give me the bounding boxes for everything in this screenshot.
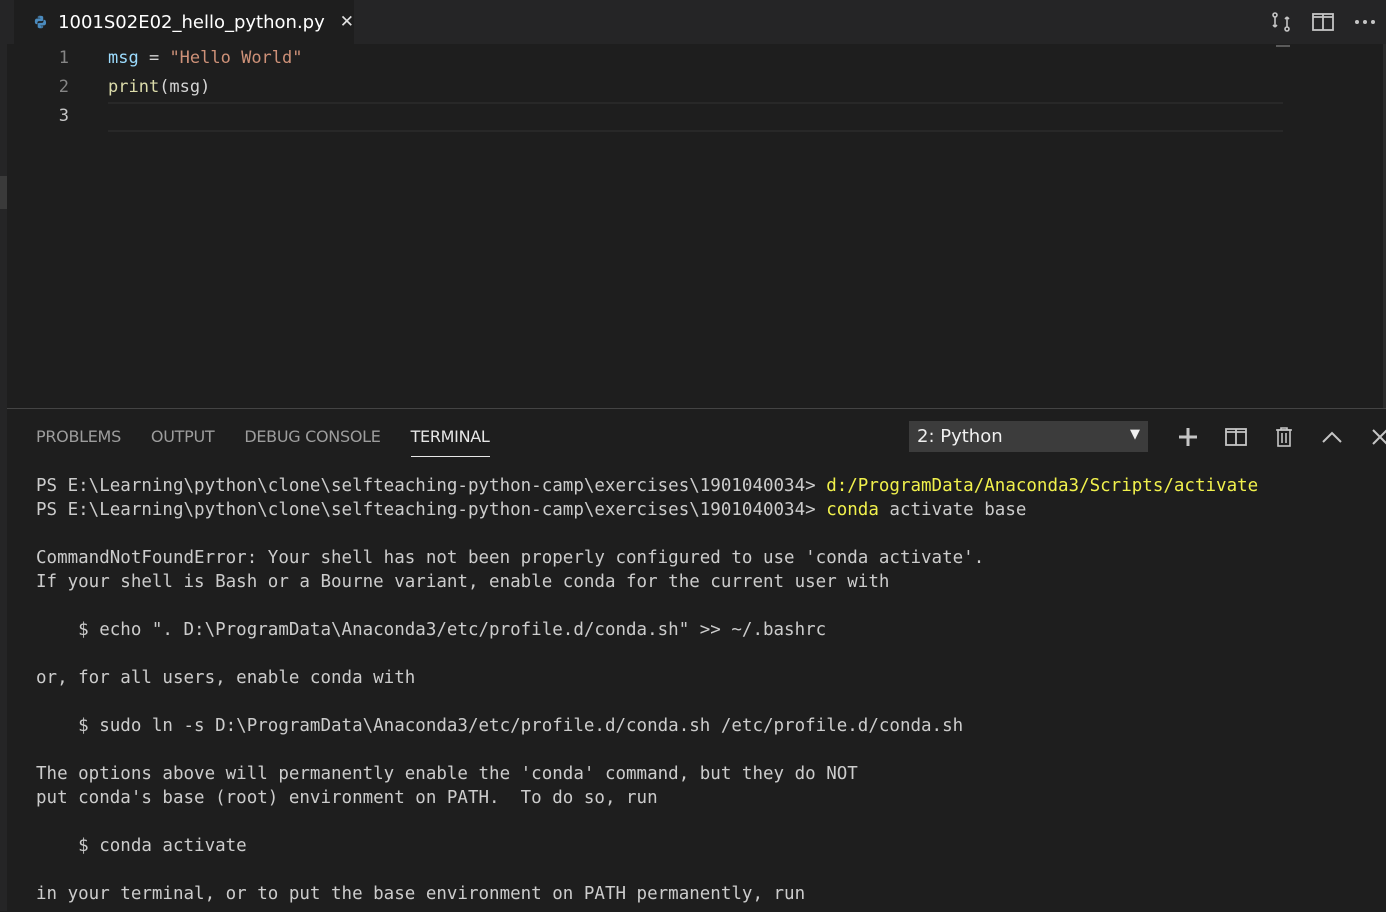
tab-filename: 1001S02E02_hello_python.py [58, 11, 325, 33]
terminal-line: The options above will permanently enabl… [36, 764, 858, 784]
close-panel-icon[interactable] [1356, 421, 1386, 452]
tab-problems[interactable]: PROBLEMS [36, 409, 121, 457]
tab-terminal[interactable]: TERMINAL [410, 409, 490, 457]
code-function: print [108, 77, 160, 97]
activity-edge-marker [0, 176, 7, 209]
terminal-prompt: PS E:\Learning\python\clone\selfteaching… [36, 500, 827, 520]
terminal-line: in your terminal, or to put the base env… [36, 884, 806, 904]
code-operator: = [138, 48, 170, 68]
panel-tabs: PROBLEMS OUTPUT DEBUG CONSOLE TERMINAL [36, 409, 520, 457]
terminal-line: $ sudo ln -s D:\ProgramData\Anaconda3/et… [36, 716, 964, 736]
tab-output[interactable]: OUTPUT [151, 409, 215, 457]
code-line: print(msg) [108, 73, 303, 102]
minimap-slider[interactable] [1276, 45, 1290, 47]
terminal-prompt: PS E:\Learning\python\clone\selfteaching… [36, 476, 827, 496]
split-terminal-icon[interactable] [1212, 421, 1260, 452]
terminal-line: put conda's base (root) environment on P… [36, 788, 658, 808]
line-number: 3 [58, 106, 69, 126]
editor-actions [1260, 0, 1386, 44]
code-args: (msg) [159, 77, 211, 97]
editor-tab-bar: 1001S02E02_hello_python.py ✕ [7, 0, 1386, 44]
tab-debug-console[interactable]: DEBUG CONSOLE [244, 409, 381, 457]
code-editor[interactable]: 1 2 3 msg = "Hello World" print(msg) [7, 44, 1386, 408]
new-terminal-icon[interactable] [1164, 421, 1212, 452]
line-number-gutter: 1 2 3 [7, 44, 75, 131]
terminal-line: $ echo ". D:\ProgramData\Anaconda3/etc/p… [36, 620, 827, 640]
chevron-down-icon: ▼ [1130, 427, 1140, 442]
terminal-line: If your shell is Bash or a Bourne varian… [36, 572, 890, 592]
line-number: 2 [58, 77, 69, 97]
code-line: msg = "Hello World" [108, 44, 303, 73]
terminal-command-args: activate base [878, 500, 1027, 520]
compare-changes-icon[interactable] [1260, 0, 1302, 44]
terminal-select[interactable]: 2: Python ▼ [909, 421, 1148, 452]
code-lines: msg = "Hello World" print(msg) [108, 44, 303, 131]
terminal-command: conda [826, 500, 879, 520]
more-actions-icon[interactable] [1344, 0, 1386, 44]
python-icon [34, 15, 47, 29]
panel-actions [1164, 421, 1386, 452]
split-editor-icon[interactable] [1302, 0, 1344, 44]
terminal-select-value: 2: Python [917, 426, 1003, 447]
editor-tab[interactable]: 1001S02E02_hello_python.py ✕ [14, 0, 354, 44]
terminal-line: or, for all users, enable conda with [36, 668, 416, 688]
code-string: "Hello World" [169, 48, 303, 68]
bottom-panel: PROBLEMS OUTPUT DEBUG CONSOLE TERMINAL 2… [7, 408, 1386, 912]
terminal-line: $ conda activate [36, 836, 247, 856]
kill-terminal-icon[interactable] [1260, 421, 1308, 452]
terminal-line: PS E:\Learning\python\clone\selfteaching… [36, 498, 1376, 522]
maximize-panel-icon[interactable] [1308, 421, 1356, 452]
line-number: 1 [58, 48, 69, 68]
terminal-output[interactable]: PS E:\Learning\python\clone\selfteaching… [36, 474, 1376, 906]
terminal-line: CommandNotFoundError: Your shell has not… [36, 548, 985, 568]
close-icon[interactable]: ✕ [340, 12, 354, 32]
code-variable: msg [108, 48, 139, 68]
activity-edge [0, 0, 7, 911]
terminal-line: PS E:\Learning\python\clone\selfteaching… [36, 474, 1376, 498]
terminal-command: d:/ProgramData/Anaconda3/Scripts/activat… [826, 476, 1259, 496]
